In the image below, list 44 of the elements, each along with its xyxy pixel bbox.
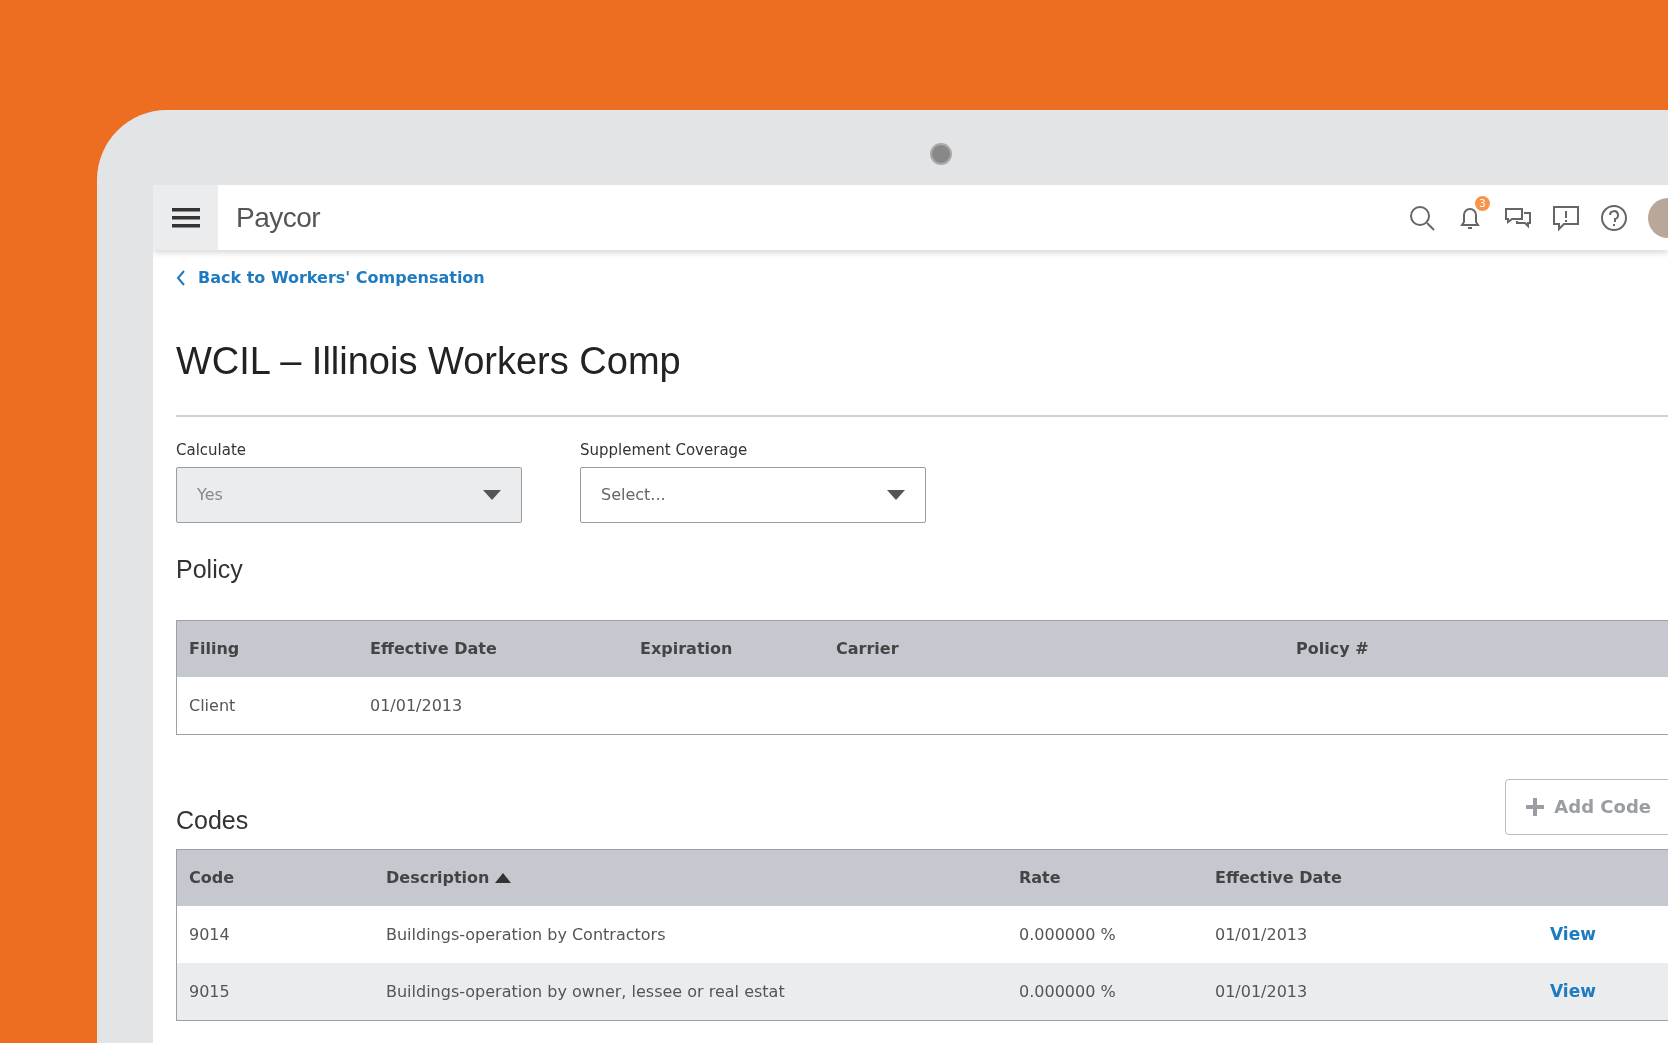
table-cell-text: 0.000000 % xyxy=(1019,924,1117,944)
column-header: Carrier xyxy=(836,639,900,658)
column-header[interactable]: Effective Date xyxy=(1215,868,1550,887)
menu-button[interactable] xyxy=(153,185,218,250)
sort-up-icon xyxy=(495,872,512,883)
logo: Paycor xyxy=(236,201,321,234)
column-header: Filing xyxy=(189,639,241,658)
table-cell-text: 01/01/2013 xyxy=(1215,924,1309,944)
camera-dot xyxy=(930,143,952,165)
table-cell-text: Buildings-operation by owner, lessee or real estat xyxy=(386,981,786,1001)
column-header: Effective Date xyxy=(370,639,498,658)
back-link[interactable]: Back to Workers' Compensation xyxy=(176,268,485,287)
field-label: Calculate xyxy=(176,440,248,459)
table-cell-text: 9014 xyxy=(189,924,231,944)
section-heading: Codes xyxy=(176,805,249,835)
feedback-button[interactable] xyxy=(1552,203,1580,232)
table-cell-text: 01/01/2013 xyxy=(370,695,464,715)
notification-badge: 3 xyxy=(1475,195,1490,211)
table-cell-text: 9015 xyxy=(189,981,231,1001)
search-icon xyxy=(1408,203,1436,232)
field-label: Supplement Coverage xyxy=(580,440,749,459)
menu-icon xyxy=(171,206,200,229)
view-link[interactable]: View xyxy=(1550,924,1596,944)
column-header[interactable]: Description xyxy=(386,868,1019,887)
table-cell-text: Client xyxy=(189,695,237,715)
column-header[interactable]: Rate xyxy=(1019,868,1215,887)
table-cell-text: 0.000000 % xyxy=(1019,981,1117,1001)
table-cell-text: 01/01/2013 xyxy=(1215,981,1309,1001)
view-link[interactable]: View xyxy=(1550,981,1596,1001)
feedback-icon xyxy=(1552,203,1580,232)
table-cell-text: Buildings-operation by Contractors xyxy=(386,924,667,944)
dropdown-caret-icon xyxy=(483,489,501,500)
column-header: Policy # xyxy=(1296,639,1370,658)
select-field[interactable]: Select... xyxy=(580,466,926,523)
column-header[interactable]: Code xyxy=(189,868,386,887)
dropdown-caret-icon xyxy=(887,489,905,500)
search-button[interactable] xyxy=(1408,203,1436,232)
help-button[interactable] xyxy=(1600,203,1628,232)
help-icon xyxy=(1600,203,1628,232)
plus-icon xyxy=(1526,797,1545,816)
column-header: Expiration xyxy=(640,639,734,658)
section-heading: Policy xyxy=(176,554,244,584)
chevron-left-icon xyxy=(176,269,186,286)
page-title: WCIL – Illinois Workers Comp xyxy=(176,339,682,383)
